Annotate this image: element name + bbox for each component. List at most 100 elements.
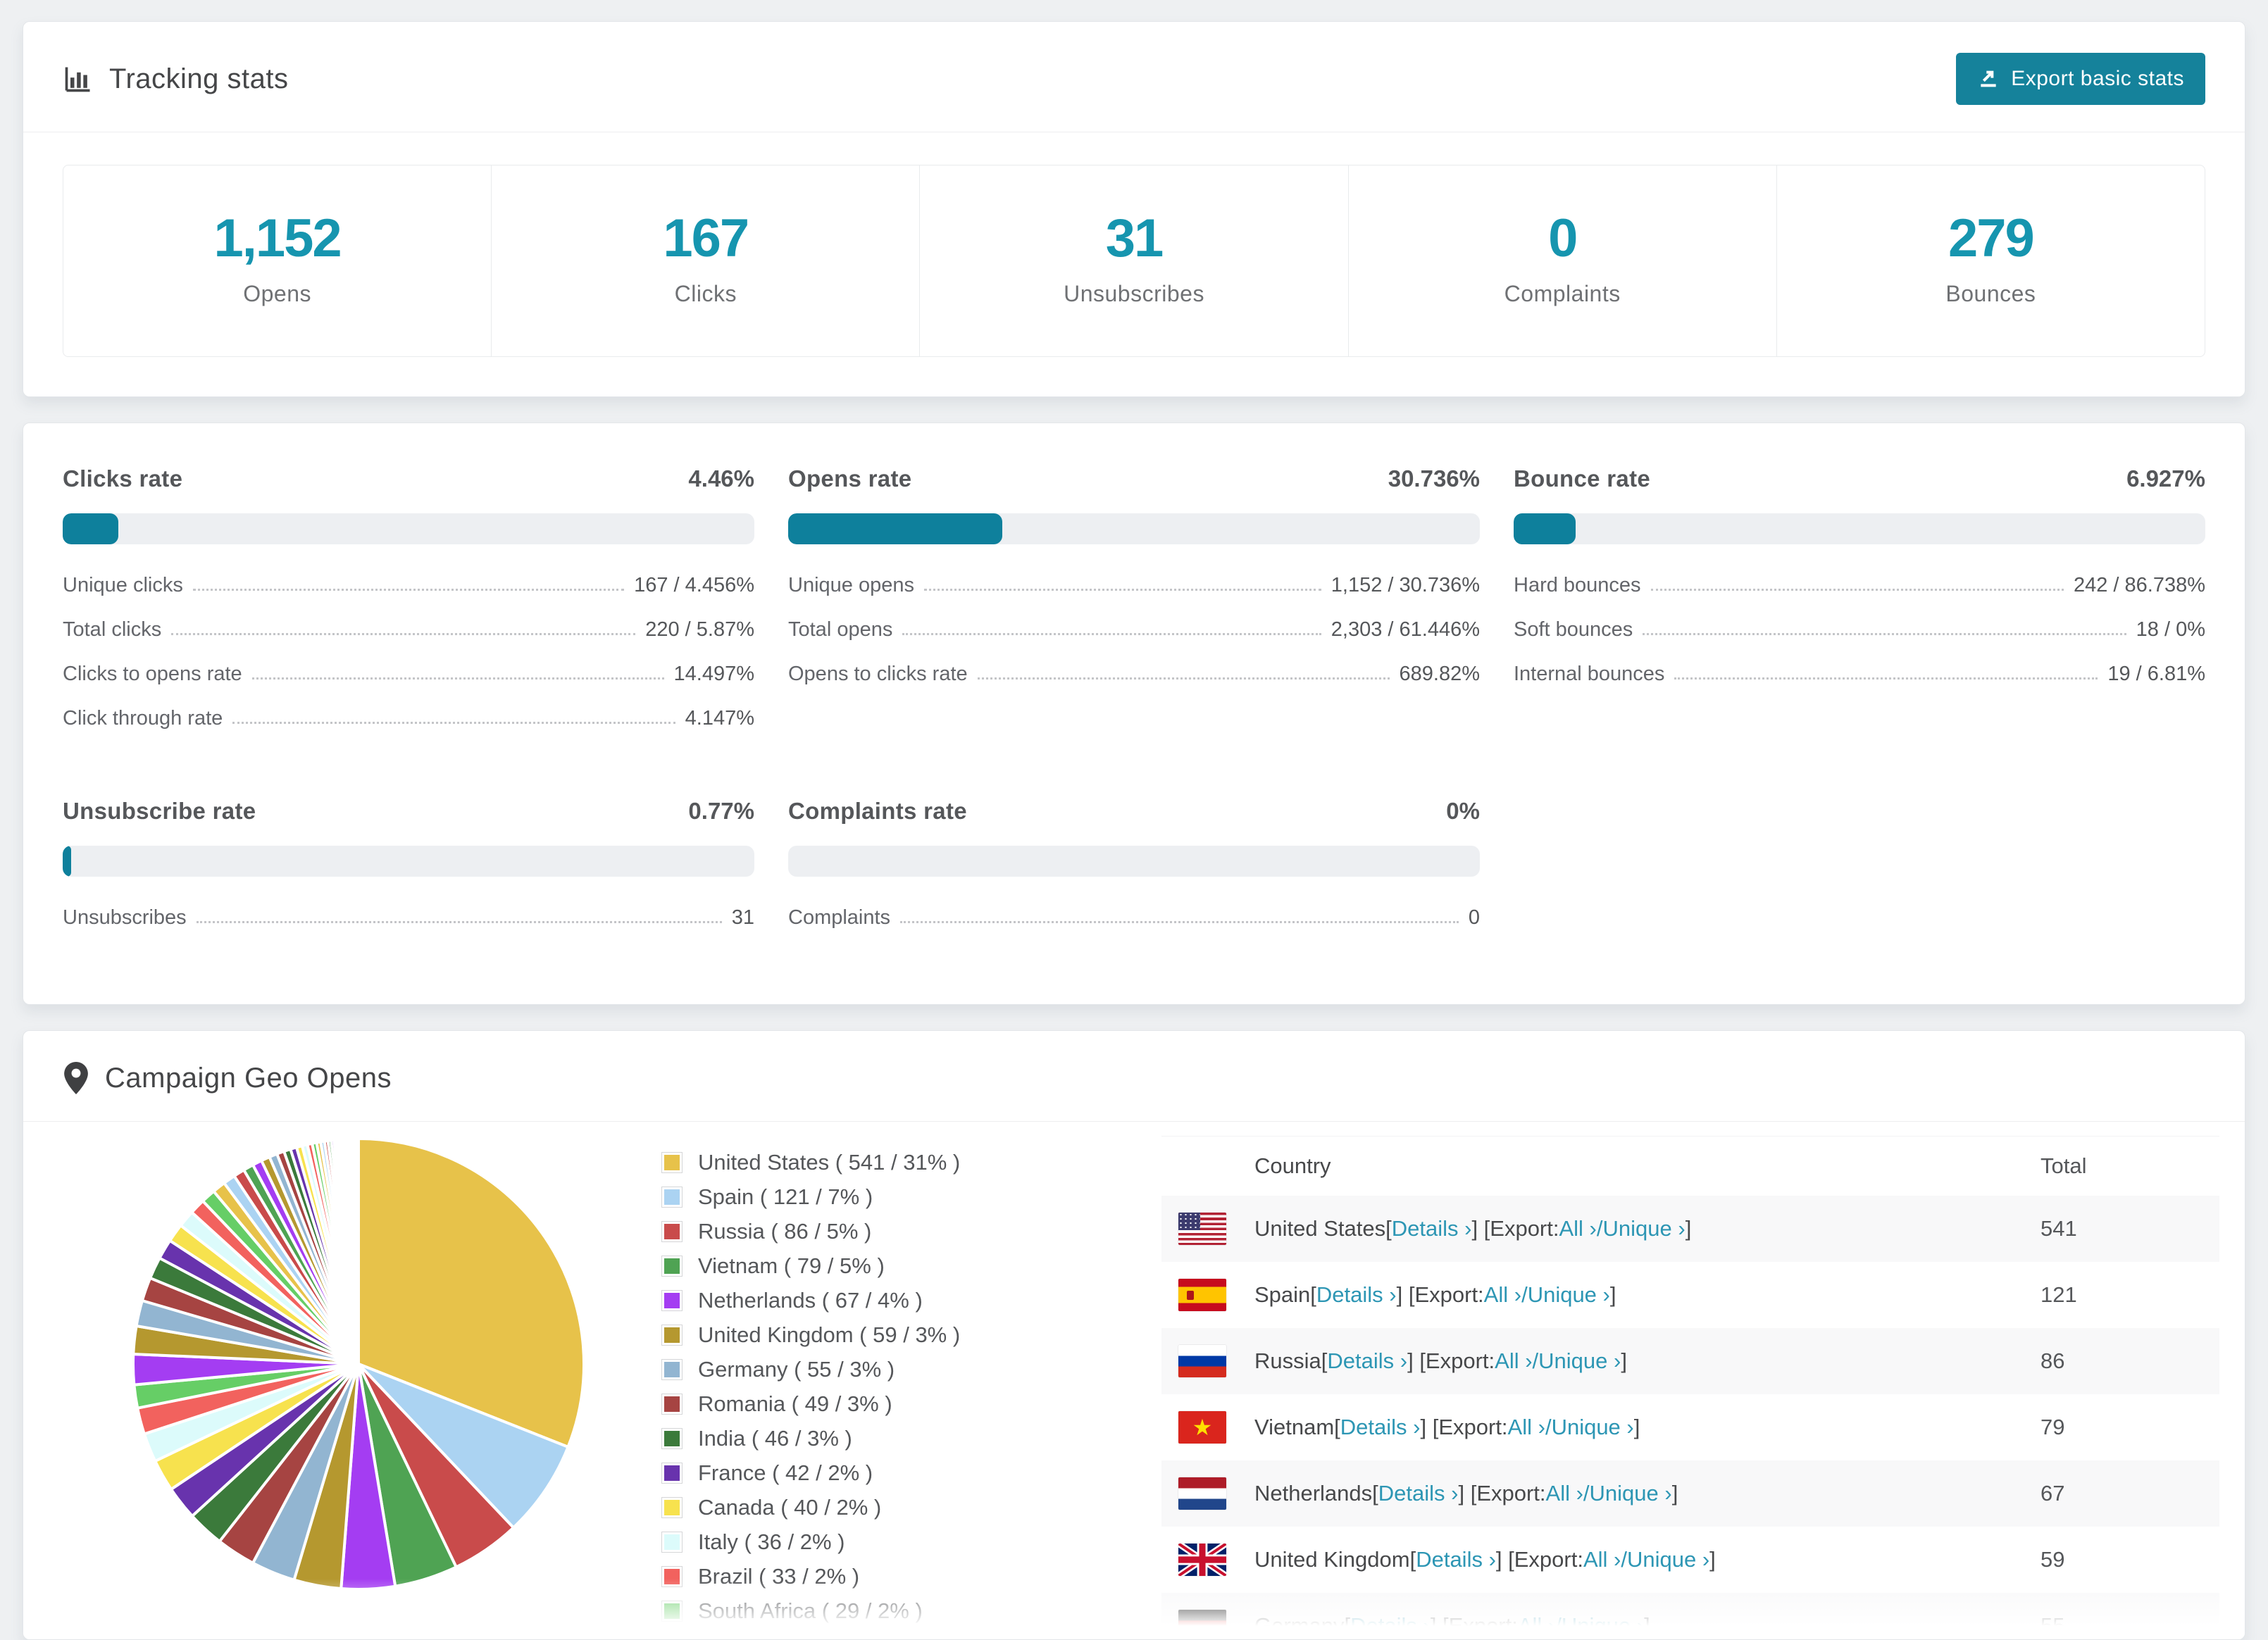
detail-row: Complaints 0 <box>788 906 1480 929</box>
rate-section-bounce-rate: Bounce rate 6.927% Hard bounces 242 / 86.73… <box>1514 465 2205 751</box>
rate-section-unsubscribe-rate: Unsubscribe rate 0.77% Unsubscribes 31 <box>63 798 754 951</box>
country-name: United States <box>1254 1216 1386 1241</box>
legend-item-canada[interactable]: Canada ( 40 / 2% ) <box>661 1495 1056 1520</box>
legend-item-romania[interactable]: Romania ( 49 / 3% ) <box>661 1391 1056 1417</box>
country-cell: ★ Vietnam [Details ›] [Export: All › / Un… <box>1178 1411 2040 1444</box>
bracket: ] <box>1644 1613 1650 1638</box>
country-cell: Spain [Details ›] [Export: All › / Uniqu… <box>1178 1279 2040 1311</box>
detail-label: Unique clicks <box>63 574 183 596</box>
summary-value: 279 <box>1948 208 2035 268</box>
detail-label: Unique opens <box>788 574 914 596</box>
progress-bar-fill <box>788 513 1003 544</box>
details-link[interactable]: Details › <box>1340 1415 1421 1440</box>
export-unique-link[interactable]: Unique › <box>1562 1613 1644 1639</box>
detail-label: Internal bounces <box>1514 663 1665 685</box>
export-all-link[interactable]: All › <box>1518 1613 1555 1639</box>
legend-item-india[interactable]: India ( 46 / 3% ) <box>661 1426 1056 1451</box>
detail-label: Clicks to opens rate <box>63 663 242 685</box>
summary-label: Complaints <box>1504 281 1621 306</box>
export-all-link[interactable]: All › <box>1508 1415 1545 1440</box>
legend-item-vietnam[interactable]: Vietnam ( 79 / 5% ) <box>661 1253 1056 1279</box>
legend-label: Romania ( 49 / 3% ) <box>698 1391 892 1416</box>
page-title: Tracking stats <box>109 63 289 94</box>
legend-swatch <box>661 1290 683 1311</box>
summary-cell-bounces: 279 Bounces <box>1777 165 2205 356</box>
flag-icon-vn: ★ <box>1178 1411 1226 1444</box>
legend-item-italy[interactable]: Italy ( 36 / 2% ) <box>661 1529 1056 1555</box>
bracket: ] [Export: <box>1495 1547 1583 1572</box>
export-unique-link[interactable]: Unique › <box>1603 1216 1686 1241</box>
legend-item-united-states[interactable]: United States ( 541 / 31% ) <box>661 1150 1056 1175</box>
export-all-link[interactable]: All › <box>1484 1282 1521 1308</box>
rates-card: Clicks rate 4.46% Unique clicks 167 / 4.456… <box>23 422 2245 1005</box>
total-cell: 121 <box>2040 1282 2077 1307</box>
legend-item-south-africa[interactable]: South Africa ( 29 / 2% ) <box>661 1598 1056 1624</box>
legend-item-united-kingdom[interactable]: United Kingdom ( 59 / 3% ) <box>661 1322 1056 1348</box>
link-separator: / <box>1583 1481 1590 1506</box>
flag-icon-gb <box>1178 1544 1226 1576</box>
details-link[interactable]: Details › <box>1316 1282 1397 1308</box>
es-emblem <box>1187 1291 1194 1300</box>
legend-label: Spain ( 121 / 7% ) <box>698 1184 873 1209</box>
rate-value: 6.927% <box>2126 465 2205 492</box>
progress-bar-fill <box>63 513 118 544</box>
export-all-link[interactable]: All › <box>1546 1481 1583 1506</box>
bracket: [ <box>1321 1348 1328 1373</box>
bar-chart-icon <box>63 63 94 94</box>
details-link[interactable]: Details › <box>1392 1216 1472 1241</box>
rate-head: Clicks rate 4.46% <box>63 465 754 492</box>
geo-legend: United States ( 541 / 31% ) Spain ( 121 /… <box>661 1150 1056 1633</box>
rate-detail-rows: Unsubscribes 31 <box>63 906 754 929</box>
geo-body: United States ( 541 / 31% ) Spain ( 121 /… <box>23 1122 2245 1639</box>
legend-item-russia[interactable]: Russia ( 86 / 5% ) <box>661 1219 1056 1244</box>
details-link[interactable]: Details › <box>1416 1547 1496 1572</box>
country-name: Vietnam <box>1254 1415 1335 1439</box>
details-link[interactable]: Details › <box>1378 1481 1459 1506</box>
export-all-link[interactable]: All › <box>1583 1547 1621 1572</box>
legend-swatch <box>661 1187 683 1208</box>
export-all-link[interactable]: All › <box>1495 1348 1532 1374</box>
export-unique-link[interactable]: Unique › <box>1590 1481 1672 1506</box>
summary-value: 167 <box>663 208 749 268</box>
legend-item-netherlands[interactable]: Netherlands ( 67 / 4% ) <box>661 1288 1056 1313</box>
legend-item-france[interactable]: France ( 42 / 2% ) <box>661 1460 1056 1486</box>
rate-head: Complaints rate 0% <box>788 798 1480 825</box>
legend-label: Canada ( 40 / 2% ) <box>698 1495 882 1520</box>
rate-head: Bounce rate 6.927% <box>1514 465 2205 492</box>
rate-value: 0% <box>1446 798 1480 824</box>
summary-cell-complaints: 0 Complaints <box>1349 165 1777 356</box>
summary-cell-opens: 1,152 Opens <box>63 165 492 356</box>
legend-item-brazil[interactable]: Brazil ( 33 / 2% ) <box>661 1564 1056 1589</box>
country-name: United Kingdom <box>1254 1547 1410 1572</box>
details-link[interactable]: Details › <box>1327 1348 1407 1374</box>
export-unique-link[interactable]: Unique › <box>1528 1282 1610 1308</box>
export-unique-link[interactable]: Unique › <box>1552 1415 1634 1440</box>
summary-value: 1,152 <box>213 208 342 268</box>
legend-swatch <box>661 1601 683 1622</box>
legend-item-germany[interactable]: Germany ( 55 / 3% ) <box>661 1357 1056 1382</box>
export-unique-link[interactable]: Unique › <box>1538 1348 1621 1374</box>
link-separator: / <box>1545 1415 1552 1439</box>
detail-row: Opens to clicks rate 689.82% <box>788 663 1480 686</box>
table-row-ru: Russia [Details ›] [Export: All › / Uniq… <box>1161 1328 2219 1394</box>
detail-row: Click through rate 4.147% <box>63 707 754 730</box>
summary-value: 31 <box>1105 208 1164 268</box>
detail-row: Unique opens 1,152 / 30.736% <box>788 574 1480 597</box>
export-basic-stats-button[interactable]: Export basic stats <box>1956 53 2205 105</box>
export-unique-link[interactable]: Unique › <box>1627 1547 1709 1572</box>
total-cell: 67 <box>2040 1481 2065 1506</box>
campaign-geo-opens-card: Campaign Geo Opens United States ( 541 /… <box>23 1030 2245 1640</box>
details-link[interactable]: Details › <box>1350 1613 1431 1639</box>
export-all-link[interactable]: All › <box>1559 1216 1596 1241</box>
dotted-leader <box>171 633 636 635</box>
bracket: ] <box>1709 1547 1716 1572</box>
bracket: ] [Export: <box>1458 1481 1546 1506</box>
legend-swatch <box>661 1463 683 1484</box>
table-row-nl: Netherlands [Details ›] [Export: All › /… <box>1161 1460 2219 1527</box>
dotted-leader <box>251 677 664 680</box>
legend-label: Italy ( 36 / 2% ) <box>698 1529 845 1554</box>
column-header-country: Country <box>1254 1153 1331 1178</box>
legend-item-spain[interactable]: Spain ( 121 / 7% ) <box>661 1184 1056 1210</box>
detail-row: Soft bounces 18 / 0% <box>1514 618 2205 641</box>
table-row-us: United States [Details ›] [Export: All ›… <box>1161 1196 2219 1262</box>
